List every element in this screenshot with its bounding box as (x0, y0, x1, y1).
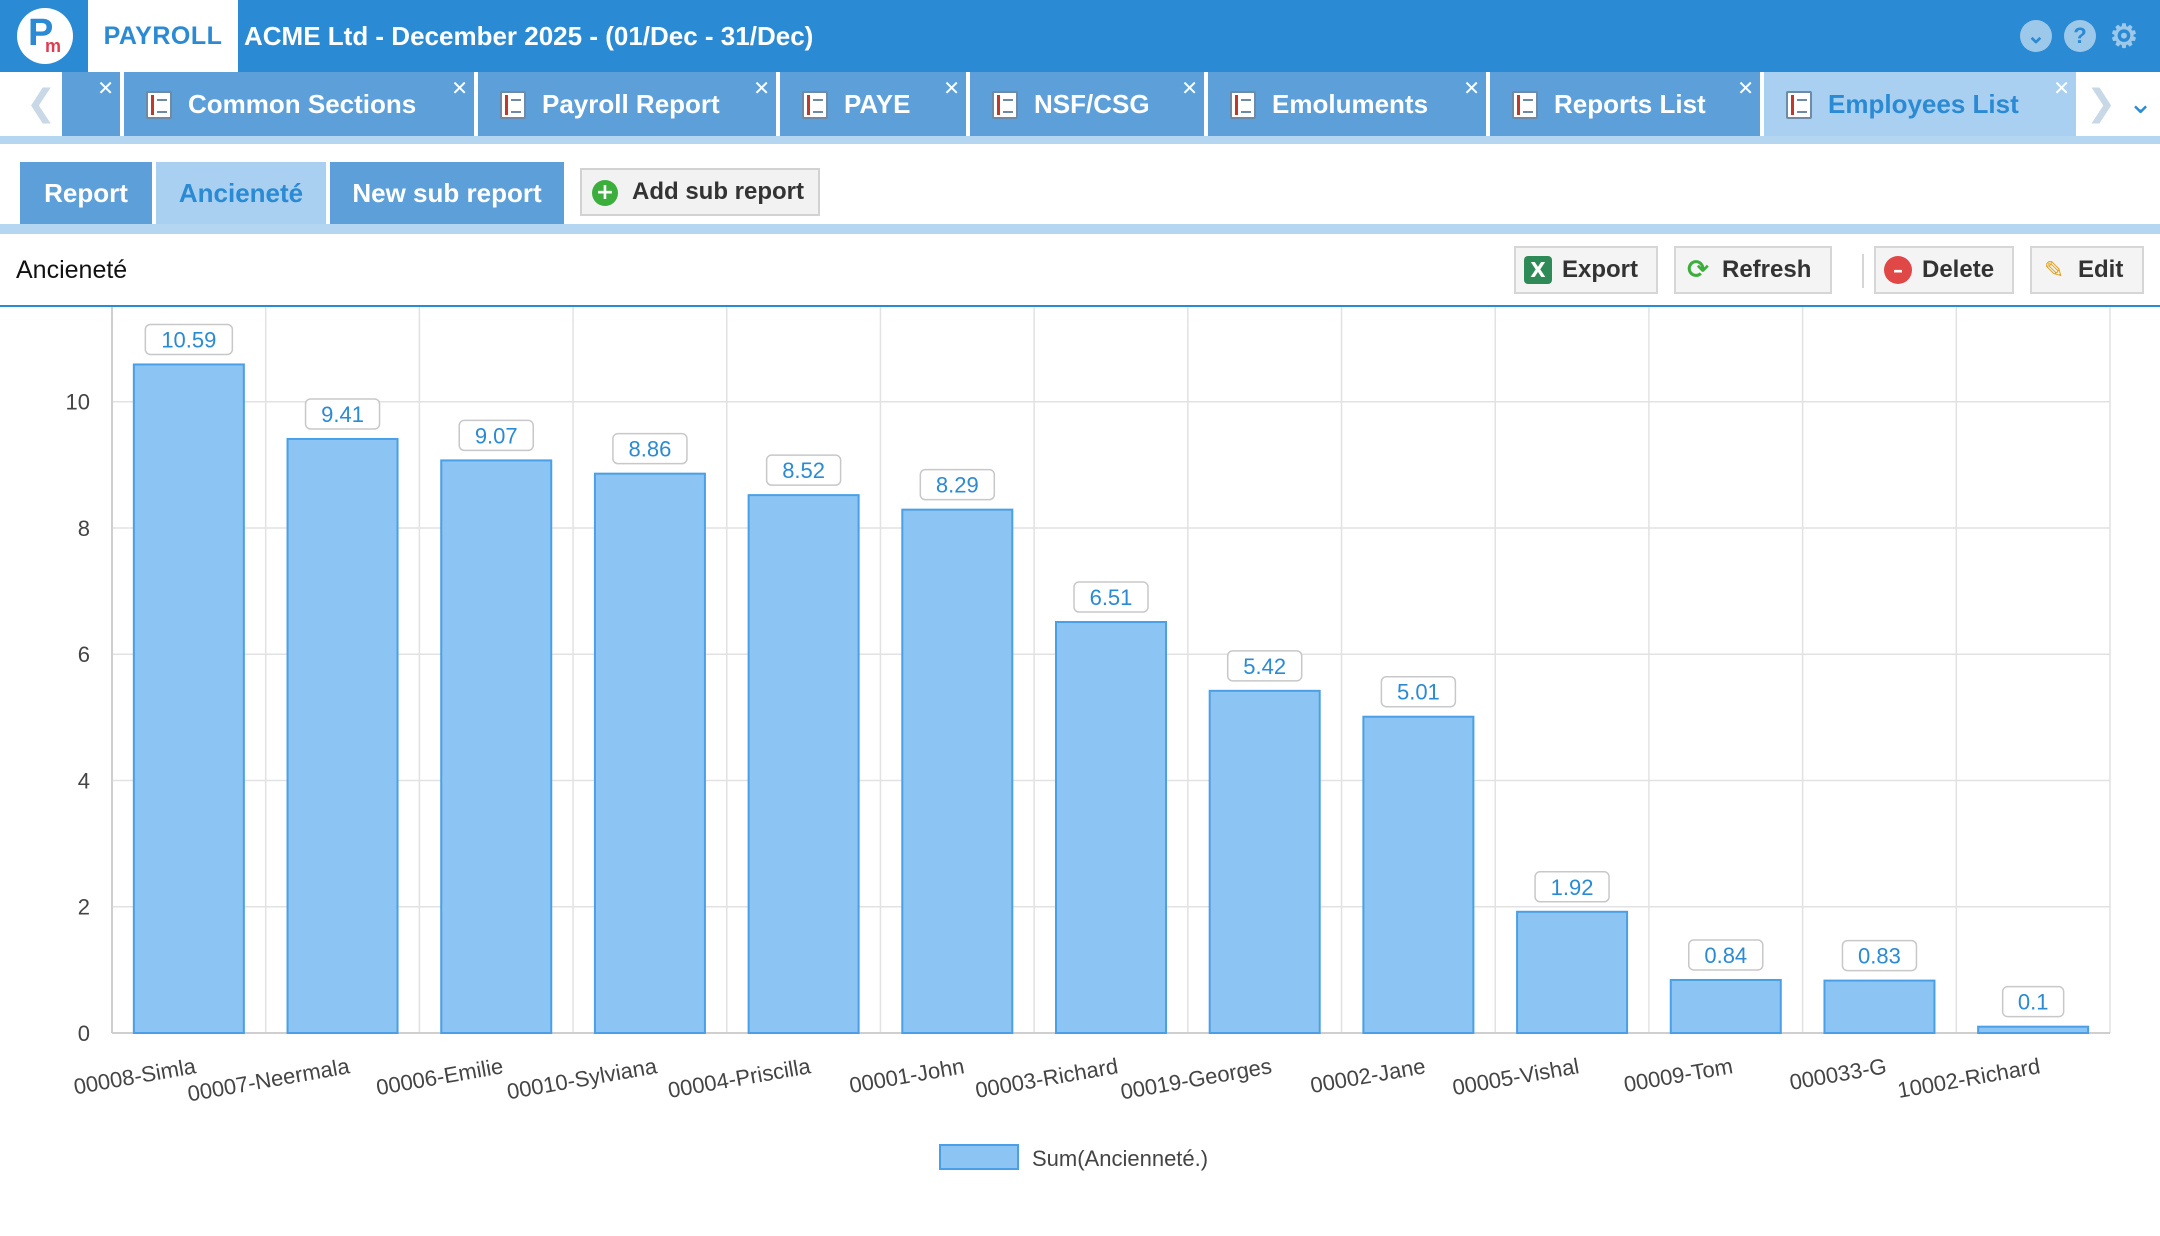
data-label: 8.52 (782, 458, 825, 483)
gear-icon[interactable]: ⚙ (2108, 20, 2140, 52)
close-icon[interactable]: ✕ (753, 76, 770, 100)
subtab-border (0, 224, 2160, 234)
x-tick-label: 00009-Tom (1622, 1053, 1735, 1097)
data-label: 9.07 (475, 423, 518, 448)
report-icon (1786, 91, 1812, 119)
app-logo[interactable]: Pm (17, 8, 73, 64)
x-tick-label: 000033-G (1788, 1053, 1889, 1095)
y-tick-label: 4 (78, 768, 90, 793)
y-tick-label: 10 (66, 390, 90, 415)
tab-emoluments[interactable]: Emoluments ✕ (1208, 72, 1486, 136)
x-tick-label: 00006-Emilie (374, 1053, 505, 1100)
data-label: 5.01 (1397, 680, 1440, 705)
toolbar-separator (1862, 254, 1864, 288)
delete-button[interactable]: – Delete (1874, 246, 2014, 294)
bar-000033-G (1823, 979, 1936, 1035)
settings-document-icon (146, 91, 172, 119)
refresh-icon: ⟳ (1687, 255, 1709, 285)
bar-00010-Sylviana (593, 472, 706, 1034)
tab-paye[interactable]: PAYE ✕ (780, 72, 966, 136)
bar-00005-Vishal (1516, 910, 1629, 1034)
bar-00007-Neermala (286, 437, 399, 1034)
delete-icon: – (1884, 256, 1912, 284)
data-label: 6.51 (1090, 585, 1133, 610)
data-label: 8.86 (629, 437, 672, 462)
edit-button[interactable]: ✎ Edit (2030, 246, 2144, 294)
x-tick-label: 00003-Richard (973, 1053, 1119, 1103)
data-label: 10.59 (161, 327, 216, 352)
tab-hidden[interactable]: ✕ (62, 72, 120, 136)
chevron-down-icon[interactable]: ⌄ (2020, 20, 2052, 52)
legend-swatch (939, 1144, 1019, 1170)
tab-bar: ❮ ✕ Common Sections ✕ Payroll Report ✕ P… (0, 72, 2160, 136)
tab-employees-list[interactable]: Employees List ✕ (1764, 72, 2076, 136)
y-tick-label: 8 (78, 516, 90, 541)
close-icon[interactable]: ✕ (451, 76, 468, 100)
bar-00002-Jane (1362, 715, 1475, 1034)
x-tick-label: 00019-Georges (1119, 1053, 1274, 1104)
add-sub-report-button[interactable]: + Add sub report (580, 168, 820, 216)
y-tick-label: 2 (78, 895, 90, 920)
close-icon[interactable]: ✕ (943, 76, 960, 100)
tab-scroll-left-icon[interactable]: ❮ (26, 72, 56, 136)
report-icon (802, 91, 828, 119)
bar-00009-Tom (1669, 978, 1782, 1035)
bar-00006-Emilie (440, 459, 553, 1034)
data-label: 8.29 (936, 473, 979, 498)
help-icon[interactable]: ? (2064, 20, 2096, 52)
tab-scroll-right-icon[interactable]: ❯ (2086, 72, 2116, 136)
app-header: Pm PAYROLL ACME Ltd - December 2025 - (0… (0, 0, 2160, 72)
data-label: 0.84 (1704, 943, 1747, 968)
data-label: 0.83 (1858, 944, 1901, 969)
tab-common-sections[interactable]: Common Sections ✕ (124, 72, 474, 136)
x-tick-label: 00002-Jane (1308, 1053, 1427, 1098)
bar-chart: 0 2 4 6 8 10 10.59 00008-Simla 9.41 00007-Neermal… (66, 307, 2111, 1171)
y-tick-label: 6 (78, 642, 90, 667)
x-tick-label: 00007-Neermala (186, 1053, 352, 1106)
module-tab[interactable]: PAYROLL (88, 0, 238, 72)
report-edit-icon (1512, 91, 1538, 119)
close-icon[interactable]: ✕ (97, 76, 114, 100)
subtab-anciennete[interactable]: Ancieneté (156, 162, 326, 224)
bar-00019-Georges (1208, 689, 1321, 1034)
x-tick-label: 00008-Simla (72, 1053, 199, 1099)
close-icon[interactable]: ✕ (1737, 76, 1754, 100)
panel-title: Ancieneté (16, 256, 128, 284)
report-icon (500, 91, 526, 119)
x-tick-label: 10002-Richard (1896, 1053, 2042, 1103)
tab-bar-border (0, 136, 2160, 144)
data-label: 1.92 (1551, 875, 1594, 900)
y-tick-label: 0 (78, 1021, 90, 1046)
bar-00001-John (901, 508, 1014, 1035)
app-title: ACME Ltd - December 2025 - (01/Dec - 31/… (244, 21, 814, 51)
bar-10002-Richard (1977, 1025, 2090, 1034)
data-label: 9.41 (321, 402, 364, 427)
data-label: 5.42 (1243, 654, 1286, 679)
tab-reports-list[interactable]: Reports List ✕ (1490, 72, 1760, 136)
subtab-report[interactable]: Report (20, 162, 152, 224)
close-icon[interactable]: ✕ (1463, 76, 1480, 100)
report-icon (1230, 91, 1256, 119)
legend-label: Sum(Ancienneté.) (1032, 1146, 1208, 1171)
add-icon: + (592, 180, 618, 206)
x-tick-label: 00005-Vishal (1451, 1053, 1581, 1100)
data-label: 0.1 (2018, 990, 2049, 1015)
refresh-button[interactable]: ⟳ Refresh (1674, 246, 1832, 294)
excel-export-icon: X (1524, 256, 1552, 284)
x-tick-label: 00010-Sylviana (505, 1053, 659, 1104)
bar-00003-Richard (1055, 621, 1167, 1034)
x-tick-label: 00004-Priscilla (666, 1053, 813, 1103)
tab-nsf-csg[interactable]: NSF/CSG ✕ (970, 72, 1204, 136)
x-tick-label: 00001-John (847, 1053, 966, 1098)
report-icon (992, 91, 1018, 119)
bar-00008-Simla (132, 363, 245, 1035)
tab-payroll-report[interactable]: Payroll Report ✕ (478, 72, 776, 136)
pencil-icon: ✎ (2043, 256, 2065, 284)
subtab-new-sub-report[interactable]: New sub report (330, 162, 564, 224)
close-icon[interactable]: ✕ (2053, 76, 2070, 100)
tab-menu-chevron-icon[interactable]: ⌄ (2128, 72, 2153, 136)
bar-00004-Priscilla (747, 494, 860, 1034)
close-icon[interactable]: ✕ (1181, 76, 1198, 100)
export-button[interactable]: X Export (1514, 246, 1658, 294)
